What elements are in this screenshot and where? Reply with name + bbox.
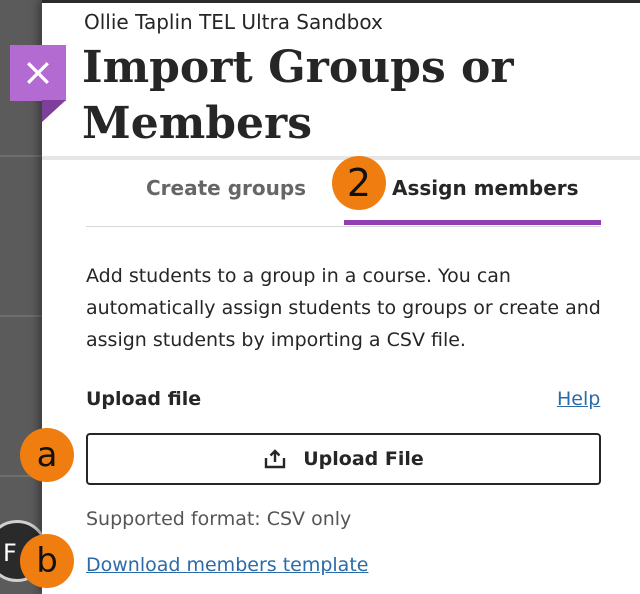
page-title: Import Groups or Members <box>82 42 514 149</box>
upload-file-label: Upload file <box>86 388 202 410</box>
close-button[interactable] <box>10 45 66 101</box>
upload-file-button-label: Upload File <box>303 448 424 470</box>
background-divider <box>0 315 42 317</box>
annotation-marker-b: b <box>20 534 74 588</box>
upload-file-button[interactable]: Upload File <box>86 433 601 485</box>
close-icon <box>27 62 49 84</box>
annotation-marker-2: 2 <box>332 156 386 210</box>
close-button-tail <box>42 100 66 122</box>
download-template-link[interactable]: Download members template <box>86 554 368 576</box>
annotation-marker-a: a <box>20 428 74 482</box>
supported-format-text: Supported format: CSV only <box>86 508 352 530</box>
tabs-divider <box>86 226 601 227</box>
panel-top-bar <box>42 0 640 3</box>
tab-create-groups[interactable]: Create groups <box>146 176 306 200</box>
upload-icon <box>265 449 286 469</box>
header-divider <box>42 156 640 160</box>
description-text: Add students to a group in a course. You… <box>86 265 601 351</box>
tab-assign-members[interactable]: Assign members <box>392 176 579 200</box>
course-name: Ollie Taplin TEL Ultra Sandbox <box>84 10 383 34</box>
help-link[interactable]: Help <box>557 388 600 410</box>
avatar-initial: F <box>3 539 17 567</box>
background-divider <box>0 155 42 157</box>
active-tab-indicator <box>344 220 601 225</box>
